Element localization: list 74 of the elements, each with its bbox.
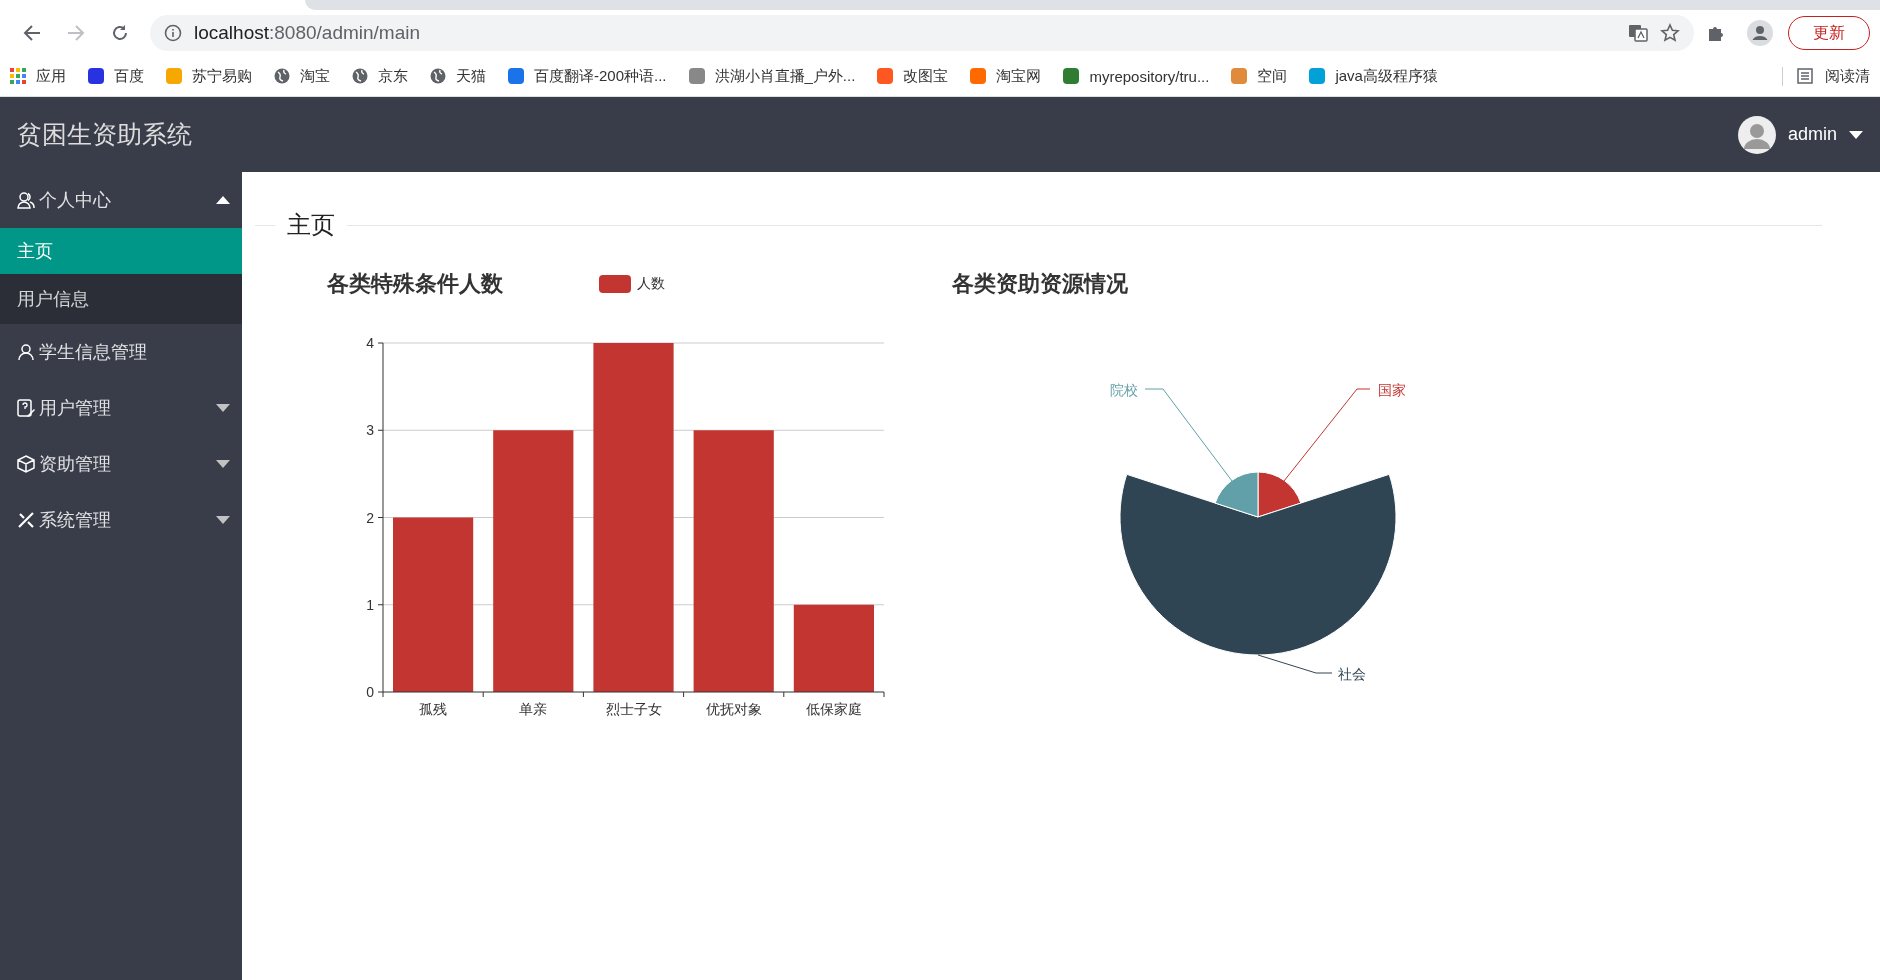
- bookmark-link[interactable]: 百度: [88, 66, 144, 86]
- bar[interactable]: [793, 604, 874, 692]
- bookmark-link[interactable]: 空间: [1231, 66, 1288, 86]
- forward-icon: [66, 23, 86, 43]
- bookmark-link[interactable]: 京东: [352, 66, 408, 86]
- logo-icon: [508, 68, 524, 84]
- profile-icon: [1747, 20, 1773, 46]
- sidebar-subitem[interactable]: 用户信息: [0, 274, 242, 324]
- logo-icon: [1231, 68, 1248, 84]
- globe-icon: [352, 68, 368, 84]
- axis-tick-label: 1: [366, 596, 374, 613]
- axis-category-label: 优抚对象: [705, 701, 762, 717]
- bookmark-link[interactable]: 淘宝网: [970, 66, 1042, 86]
- list-icon: [1797, 68, 1813, 84]
- globe-icon: [274, 68, 290, 84]
- reload-icon: [110, 23, 130, 43]
- pie-slice[interactable]: [1257, 471, 1302, 518]
- sidebar-menu-item[interactable]: 个人中心: [0, 172, 242, 228]
- users-icon: [17, 191, 35, 209]
- logo-icon: [970, 68, 987, 84]
- app-title: 贫困生资助系统: [17, 119, 193, 150]
- sidebar-menu-item[interactable]: 资助管理: [0, 436, 242, 492]
- slice-label: 院校: [1110, 382, 1138, 398]
- logo-icon: [1063, 68, 1080, 84]
- address-bar[interactable]: localhost:8080/admin/main: [150, 15, 1694, 51]
- cube-icon: [17, 455, 35, 473]
- legend-label: 人数: [637, 275, 665, 293]
- axis-category-label: 单亲: [519, 701, 548, 717]
- bookmark-link[interactable]: java高级程序猿: [1309, 66, 1438, 86]
- axis-tick-label: 3: [366, 422, 374, 439]
- axis-tick-label: 0: [366, 684, 374, 700]
- avatar-icon: [1737, 115, 1776, 154]
- slice-label: 国家: [1378, 382, 1406, 398]
- sidebar-subitem[interactable]: 主页: [0, 228, 242, 274]
- section-title: 主页: [287, 210, 335, 240]
- pie-slice[interactable]: [1119, 473, 1397, 656]
- slice-label: 社会: [1338, 666, 1366, 682]
- update-button[interactable]: 更新: [1788, 16, 1870, 50]
- bookmark-link[interactable]: 洪湖小肖直播_户外...: [688, 66, 856, 86]
- apps-grid-icon: [10, 68, 26, 84]
- logo-icon: [1309, 68, 1326, 84]
- legend-item[interactable]: 人数: [599, 275, 665, 293]
- bookmark-link[interactable]: 应用: [10, 66, 66, 86]
- info-icon: [164, 24, 182, 42]
- reading-list-button[interactable]: 阅读清: [1782, 66, 1870, 86]
- bookmark-link[interactable]: myrepository/tru...: [1063, 67, 1210, 85]
- bookmark-link[interactable]: 天猫: [430, 66, 486, 86]
- logo-icon: [166, 68, 182, 84]
- axis-category-label: 低保家庭: [805, 701, 862, 717]
- bookmark-link[interactable]: 淘宝: [274, 66, 330, 86]
- sidebar-menu-item[interactable]: 用户管理: [0, 380, 242, 436]
- chart-title: 各类特殊条件人数: [327, 270, 504, 298]
- person-icon: [17, 343, 35, 361]
- axis-category-label: 烈士子女: [605, 701, 662, 717]
- bookmark-link[interactable]: 苏宁易购: [166, 66, 252, 86]
- bookmark-link[interactable]: 百度翻译-200种语...: [508, 66, 667, 86]
- chart-title: 各类资助资源情况: [952, 270, 1129, 298]
- sidebar-menu-item[interactable]: 系统管理: [0, 492, 242, 548]
- logo-icon: [877, 68, 894, 84]
- bookmark-link[interactable]: 改图宝: [877, 66, 949, 86]
- globe-icon: [430, 68, 446, 84]
- back-icon: [22, 23, 42, 43]
- axis-tick-label: 2: [366, 509, 374, 526]
- document-edit-icon: [17, 399, 35, 417]
- pie-slice[interactable]: [1214, 471, 1259, 518]
- sidebar-menu-item[interactable]: 学生信息管理: [0, 324, 242, 380]
- user-menu[interactable]: admin: [1737, 115, 1863, 154]
- logo-icon: [88, 68, 104, 84]
- caret-icon: [1849, 130, 1863, 139]
- axis-tick-label: 4: [366, 335, 374, 351]
- axis-category-label: 孤残: [419, 701, 448, 717]
- star-icon[interactable]: [1660, 23, 1680, 43]
- logo-icon: [688, 68, 705, 84]
- translate-icon[interactable]: [1628, 23, 1648, 43]
